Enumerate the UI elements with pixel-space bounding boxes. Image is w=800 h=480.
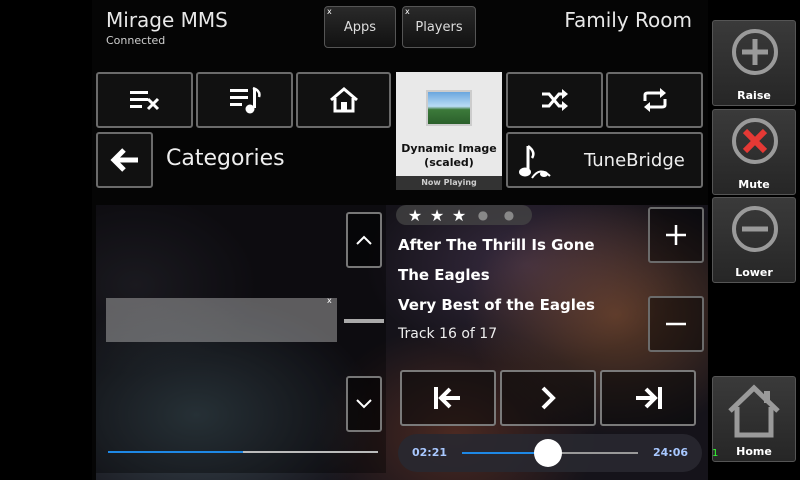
minus-icon bbox=[666, 322, 686, 326]
playlist-music-icon bbox=[229, 86, 261, 114]
shuffle-button[interactable] bbox=[506, 72, 603, 128]
raise-volume-button[interactable]: Raise bbox=[712, 20, 796, 106]
previous-track-button[interactable] bbox=[400, 370, 496, 426]
home-badge: 1 bbox=[712, 448, 719, 459]
mute-x-icon bbox=[732, 118, 778, 164]
track-artist: The Eagles bbox=[398, 266, 490, 284]
star-empty-icon[interactable]: ● bbox=[496, 208, 522, 222]
clear-list-icon bbox=[129, 91, 159, 111]
chevron-down-icon bbox=[356, 399, 372, 409]
seek-bar[interactable] bbox=[462, 439, 638, 467]
players-label: Players bbox=[415, 19, 463, 35]
back-button[interactable] bbox=[96, 132, 153, 188]
scrollbar-thumb[interactable] bbox=[344, 319, 384, 323]
repeat-icon bbox=[643, 88, 666, 112]
star-filled-icon[interactable]: ★ bbox=[426, 206, 448, 225]
apps-button[interactable]: x Apps bbox=[324, 6, 396, 48]
album-art: Dynamic Image (scaled) Now Playing bbox=[396, 72, 502, 190]
elapsed-time: 02:21 bbox=[412, 446, 448, 459]
connection-status: Connected bbox=[106, 34, 166, 47]
plus-icon bbox=[666, 225, 686, 245]
album-art-label: Dynamic Image (scaled) bbox=[401, 142, 497, 169]
lower-label: Lower bbox=[735, 266, 773, 279]
app-title: Mirage MMS bbox=[106, 8, 228, 32]
volume-panel: Raise Mute Lower Home 1 bbox=[708, 0, 800, 480]
mute-button[interactable]: Mute bbox=[712, 109, 796, 195]
lower-volume-button[interactable]: Lower bbox=[712, 197, 796, 283]
star-filled-icon[interactable]: ★ bbox=[448, 206, 470, 225]
now-playing-caption: Now Playing bbox=[396, 176, 502, 190]
star-empty-icon[interactable]: ● bbox=[470, 208, 496, 222]
next-track-button[interactable] bbox=[600, 370, 696, 426]
playback-progress: 02:21 24:06 bbox=[398, 434, 702, 472]
play-button[interactable] bbox=[500, 370, 596, 426]
shuffle-icon bbox=[541, 89, 568, 111]
repeat-button[interactable] bbox=[606, 72, 703, 128]
close-icon[interactable]: x bbox=[327, 7, 332, 16]
scroll-down-button[interactable] bbox=[346, 376, 382, 432]
home-label: Home bbox=[736, 445, 772, 458]
home-icon bbox=[329, 87, 358, 113]
players-button[interactable]: x Players bbox=[402, 6, 476, 48]
skip-previous-icon bbox=[434, 387, 460, 409]
room-name: Family Room bbox=[564, 8, 692, 32]
main-panel: Mirage MMS Connected Family Room x Apps … bbox=[92, 0, 708, 480]
left-margin bbox=[0, 0, 92, 480]
list-progress-bar bbox=[108, 451, 378, 453]
music-note-icon bbox=[519, 145, 551, 179]
star-filled-icon[interactable]: ★ bbox=[404, 206, 426, 225]
browse-home-button[interactable] bbox=[296, 72, 391, 128]
source-button[interactable]: TuneBridge bbox=[506, 132, 703, 188]
remove-button[interactable] bbox=[648, 296, 704, 352]
home-icon bbox=[728, 384, 780, 438]
chevron-up-icon bbox=[356, 235, 372, 245]
add-button[interactable] bbox=[648, 207, 704, 263]
mute-label: Mute bbox=[738, 178, 770, 191]
list-item[interactable]: x bbox=[106, 296, 337, 342]
raise-label: Raise bbox=[737, 89, 771, 102]
home-button[interactable]: Home bbox=[712, 376, 796, 462]
track-album: Very Best of the Eagles bbox=[398, 296, 595, 314]
scroll-up-button[interactable] bbox=[346, 212, 382, 268]
clear-queue-button[interactable] bbox=[96, 72, 193, 128]
close-icon[interactable]: x bbox=[405, 7, 410, 16]
seek-thumb[interactable] bbox=[534, 439, 563, 467]
play-icon bbox=[541, 386, 556, 410]
close-icon[interactable]: x bbox=[327, 296, 332, 305]
play-queue-button[interactable] bbox=[196, 72, 293, 128]
source-label: TuneBridge bbox=[584, 150, 685, 171]
image-placeholder-icon bbox=[426, 90, 472, 126]
star-rating[interactable]: ★ ★ ★ ● ● bbox=[396, 205, 532, 225]
apps-label: Apps bbox=[343, 19, 377, 35]
plus-circle-icon bbox=[732, 29, 778, 75]
total-time: 24:06 bbox=[652, 446, 688, 459]
skip-next-icon bbox=[636, 387, 662, 409]
arrow-left-icon bbox=[109, 148, 138, 172]
track-position: Track 16 of 17 bbox=[398, 326, 498, 342]
list-progress-fill bbox=[108, 451, 243, 453]
browser-title: Categories bbox=[166, 146, 285, 171]
track-title: After The Thrill Is Gone bbox=[398, 236, 595, 254]
minus-circle-icon bbox=[732, 206, 778, 252]
